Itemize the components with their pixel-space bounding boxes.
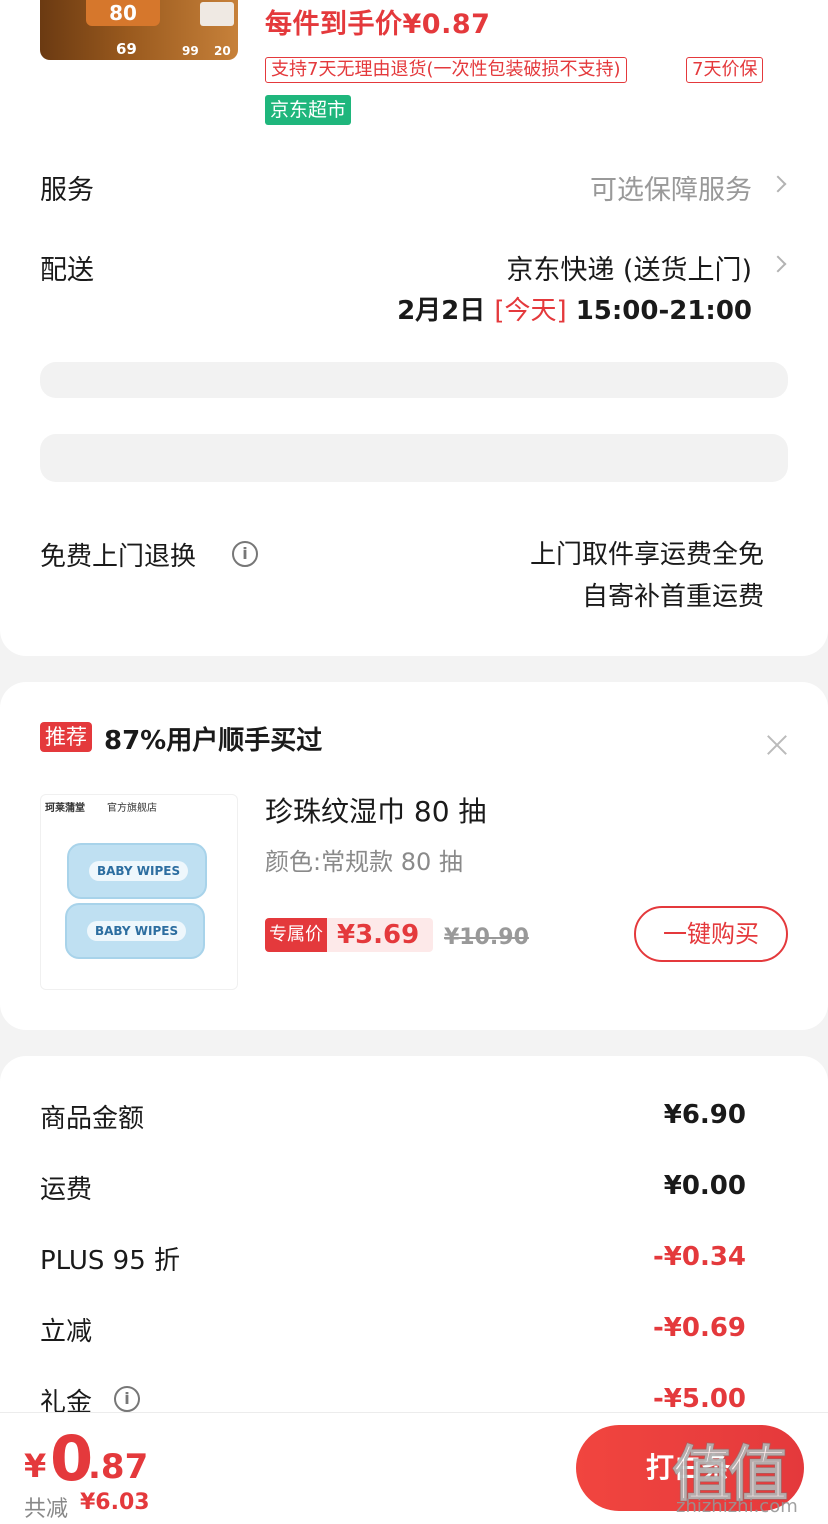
recommendation-card: 推荐 87%用户顺手买过 珂莱蒲堂 官方旗舰店 BABY WIPES BABY …: [0, 682, 828, 1030]
saved-label: 共减: [24, 1497, 69, 1522]
free-return-label: 免费上门退换: [40, 542, 197, 572]
fee-label-goods: 商品金额: [40, 1104, 145, 1134]
blurred-placeholder: [40, 434, 788, 482]
fee-value-goods: ¥6.90: [663, 1100, 746, 1130]
price-protect-tag: 7天价保: [686, 57, 764, 83]
exclusive-price-label: 专属价: [265, 918, 327, 952]
chevron-right-icon[interactable]: [769, 255, 787, 273]
return-line-1: 上门取件享运费全免: [529, 540, 764, 570]
product-thumbnail[interactable]: 80 69 99 20 10: [40, 0, 238, 60]
fee-value-shipping: ¥0.00: [663, 1171, 746, 1201]
close-icon[interactable]: [766, 734, 788, 756]
delivery-today: [今天]: [494, 296, 567, 326]
jd-supermarket-tag: 京东超市: [265, 95, 352, 125]
total-integer: 0: [50, 1422, 94, 1495]
thumb-package-image: [200, 2, 234, 26]
fee-value-gift: -¥5.00: [652, 1384, 746, 1414]
exclusive-price-value: ¥3.69: [327, 918, 434, 952]
delivery-time[interactable]: 2月2日 [今天] 15:00-21:00: [397, 290, 752, 327]
fee-value-instant: -¥0.69: [652, 1313, 746, 1343]
recommended-product-image[interactable]: 珂莱蒲堂 官方旗舰店 BABY WIPES BABY WIPES: [40, 794, 238, 990]
total-decimal: .87: [88, 1447, 149, 1487]
return-line-2: 自寄补首重运费: [581, 582, 764, 612]
original-price: ¥10.90: [444, 925, 529, 950]
delivery-date: 2月2日: [397, 296, 486, 326]
wipes-pack-image: BABY WIPES: [65, 903, 205, 959]
one-click-buy-button[interactable]: 一键购买: [634, 906, 788, 962]
unit-price: 每件到手价¥0.87: [265, 9, 491, 40]
fee-label-plus: PLUS 95 折: [40, 1246, 181, 1276]
info-icon[interactable]: i: [232, 541, 258, 567]
store-label: 官方旗舰店: [107, 803, 157, 814]
thumb-price-number: 69: [116, 40, 137, 58]
recommend-title: 87%用户顺手买过: [104, 726, 323, 756]
watermark-url: zhizhizhi.com: [676, 1496, 798, 1517]
delivery-label: 配送: [40, 255, 94, 286]
fee-value-plus: -¥0.34: [652, 1242, 746, 1272]
thumb-badge: 80: [86, 0, 160, 26]
fee-label-shipping: 运费: [40, 1175, 93, 1205]
pack-label: BABY WIPES: [89, 861, 189, 881]
delivery-carrier[interactable]: 京东快递 (送货上门): [506, 248, 752, 287]
info-icon[interactable]: i: [114, 1386, 140, 1412]
service-label: 服务: [40, 175, 94, 206]
total-currency: ¥: [24, 1447, 47, 1485]
recommended-product-name[interactable]: 珍珠纹湿巾 80 抽: [265, 790, 486, 830]
thumb-small-number: 99: [182, 44, 199, 58]
recommend-tag: 推荐: [40, 722, 92, 752]
exclusive-price: 专属价 ¥3.69: [265, 918, 434, 952]
blurred-placeholder: [40, 362, 788, 398]
wipes-pack-image: BABY WIPES: [67, 843, 207, 899]
delivery-window: 15:00-21:00: [575, 296, 752, 326]
order-info-card: 80 69 99 20 10 每件到手价¥0.87 支持7天无理由退货(一次性包…: [0, 0, 828, 656]
return-policy-tag: 支持7天无理由退货(一次性包装破损不支持): [265, 57, 627, 83]
thumb-small-number: 20: [214, 44, 231, 58]
fee-label-instant: 立减: [40, 1317, 93, 1347]
chevron-right-icon[interactable]: [769, 175, 787, 193]
pack-label: BABY WIPES: [87, 921, 187, 941]
service-value[interactable]: 可选保障服务: [590, 168, 752, 207]
saved-value: ¥6.03: [80, 1490, 150, 1515]
brand-logo: 珂莱蒲堂: [45, 803, 85, 814]
recommended-product-spec: 颜色:常规款 80 抽: [265, 848, 463, 876]
